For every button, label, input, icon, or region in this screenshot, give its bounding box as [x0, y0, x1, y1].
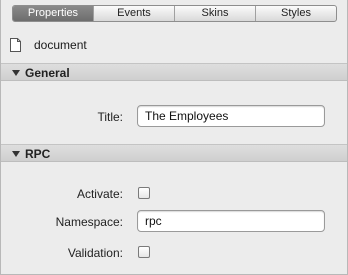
validation-label: Validation: [67, 246, 123, 260]
tab-skins[interactable]: Skins [174, 6, 255, 21]
validation-row: Validation: [1, 241, 347, 265]
section-title-general: General [25, 66, 70, 80]
disclosure-triangle-icon[interactable] [12, 151, 20, 157]
section-header-rpc[interactable]: RPC [1, 144, 347, 162]
document-row: document [1, 34, 347, 56]
title-input[interactable] [137, 105, 325, 127]
validation-checkbox[interactable] [138, 246, 150, 258]
title-label: Title: [97, 110, 123, 124]
tab-styles[interactable]: Styles [255, 6, 336, 21]
tab-properties[interactable]: Properties [13, 6, 93, 21]
namespace-input[interactable] [137, 210, 325, 232]
activate-label: Activate: [76, 187, 123, 201]
activate-row: Activate: [1, 182, 347, 206]
section-header-general[interactable]: General [1, 63, 347, 81]
namespace-label: Namespace: [55, 215, 123, 229]
namespace-row: Namespace: [1, 210, 347, 234]
properties-panel: Properties Events Skins Styles document … [0, 0, 348, 275]
disclosure-triangle-icon[interactable] [12, 70, 20, 76]
tab-events[interactable]: Events [93, 6, 174, 21]
document-icon [10, 38, 21, 52]
section-title-rpc: RPC [25, 147, 51, 161]
activate-checkbox[interactable] [138, 187, 150, 199]
title-row: Title: [1, 105, 347, 129]
inspector-tab-bar: Properties Events Skins Styles [12, 5, 337, 22]
document-label: document [34, 38, 87, 52]
